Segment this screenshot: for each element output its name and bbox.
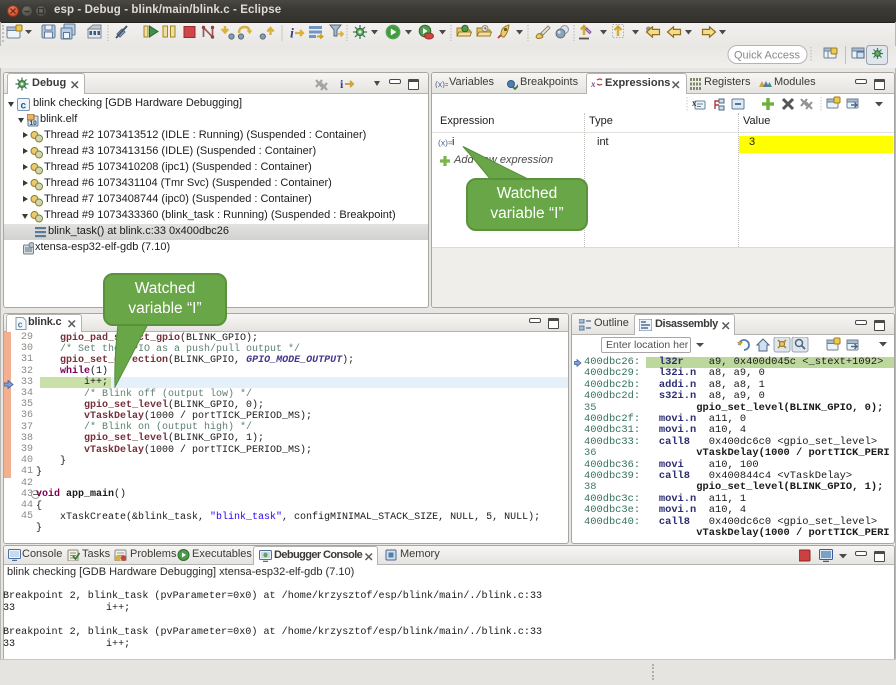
svg-text:x: x	[692, 98, 697, 108]
svg-text:i: i	[290, 27, 294, 42]
svg-text:(x)=: (x)=	[438, 138, 452, 148]
svg-text:x: x	[591, 79, 596, 89]
svg-text:c: c	[21, 101, 27, 112]
svg-text:Quick Access: Quick Access	[734, 50, 801, 62]
svg-text:10: 10	[30, 120, 38, 127]
svg-text:c: c	[18, 321, 23, 331]
svg-text:(x)=: (x)=	[435, 79, 448, 88]
svg-text:i: i	[340, 77, 344, 91]
